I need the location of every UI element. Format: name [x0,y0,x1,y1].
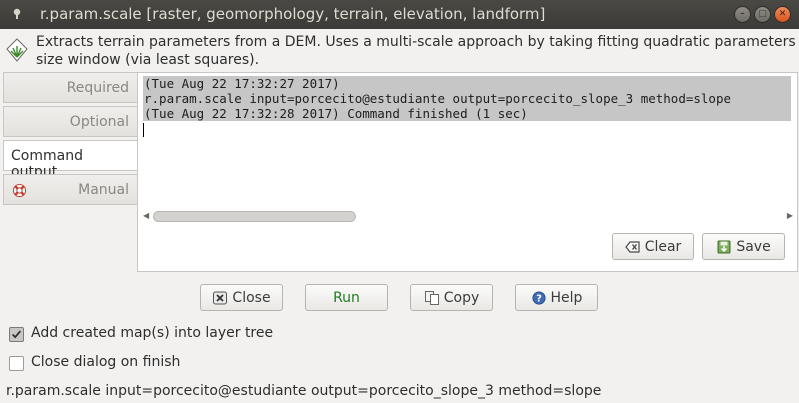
close-on-finish-checkbox[interactable] [9,356,24,371]
run-label: Run [333,289,360,306]
close-label: Close [232,289,271,306]
description-line-2: size window (via least squares). [36,52,260,68]
window-controls: – □ ✕ [734,6,791,23]
console-line: (Tue Aug 22 17:32:27 2017) [143,76,791,91]
clear-button[interactable]: Clear [612,233,694,260]
tab-label: Manual [78,182,129,198]
title-bar: r.param.scale [raster, geomorphology, te… [0,0,799,29]
close-on-finish-label[interactable]: Close dialog on finish [31,354,180,370]
help-icon: ? [531,290,546,305]
close-button[interactable]: Close [200,284,283,311]
maximize-icon[interactable]: □ [754,6,771,23]
copy-label: Copy [443,289,480,306]
copy-button[interactable]: Copy [410,284,493,311]
clear-icon [624,240,640,253]
description-line-1: Extracts terrain parameters from a DEM. … [36,34,799,50]
window-title: r.param.scale [raster, geomorphology, te… [40,5,546,23]
save-button[interactable]: Save [702,233,785,260]
grass-logo-icon [6,38,28,62]
tab-label: Optional [69,114,129,130]
checkmark-icon [11,330,22,339]
add-to-layer-tree-checkbox[interactable] [9,327,24,342]
console-output[interactable]: (Tue Aug 22 17:32:27 2017) r.param.scale… [143,76,791,210]
console-line: (Tue Aug 22 17:32:28 2017) Command finis… [143,106,791,121]
window-menu-icon[interactable] [10,7,24,21]
clear-label: Clear [644,238,682,255]
module-description: Extracts terrain parameters from a DEM. … [36,33,799,69]
horizontal-scrollbar[interactable]: ◀ ▶ [143,210,793,224]
minimize-icon[interactable]: – [734,6,751,23]
svg-text:?: ? [536,293,542,304]
tab-optional[interactable]: Optional [3,106,137,137]
close-icon [213,291,228,304]
save-icon [717,240,731,253]
console-line: r.param.scale input=porcecito@estudiante… [143,91,791,106]
save-label: Save [736,238,771,255]
scroll-left-icon[interactable]: ◀ [143,211,149,220]
copy-icon [424,290,439,305]
tab-label: Required [66,80,129,96]
lifebuoy-icon [12,183,27,198]
text-caret [143,123,144,137]
run-button[interactable]: Run [305,284,388,311]
scrollbar-thumb[interactable] [153,211,356,222]
help-button[interactable]: ? Help [515,284,598,311]
add-to-layer-tree-label[interactable]: Add created map(s) into layer tree [31,325,273,341]
tab-command-output[interactable]: Command output [3,140,137,180]
tab-required[interactable]: Required [3,72,137,103]
tab-manual[interactable]: Manual [3,174,137,205]
close-icon[interactable]: ✕ [774,6,791,23]
scroll-right-icon[interactable]: ▶ [787,211,793,220]
help-label: Help [550,289,583,306]
status-command: r.param.scale input=porcecito@estudiante… [6,383,602,399]
